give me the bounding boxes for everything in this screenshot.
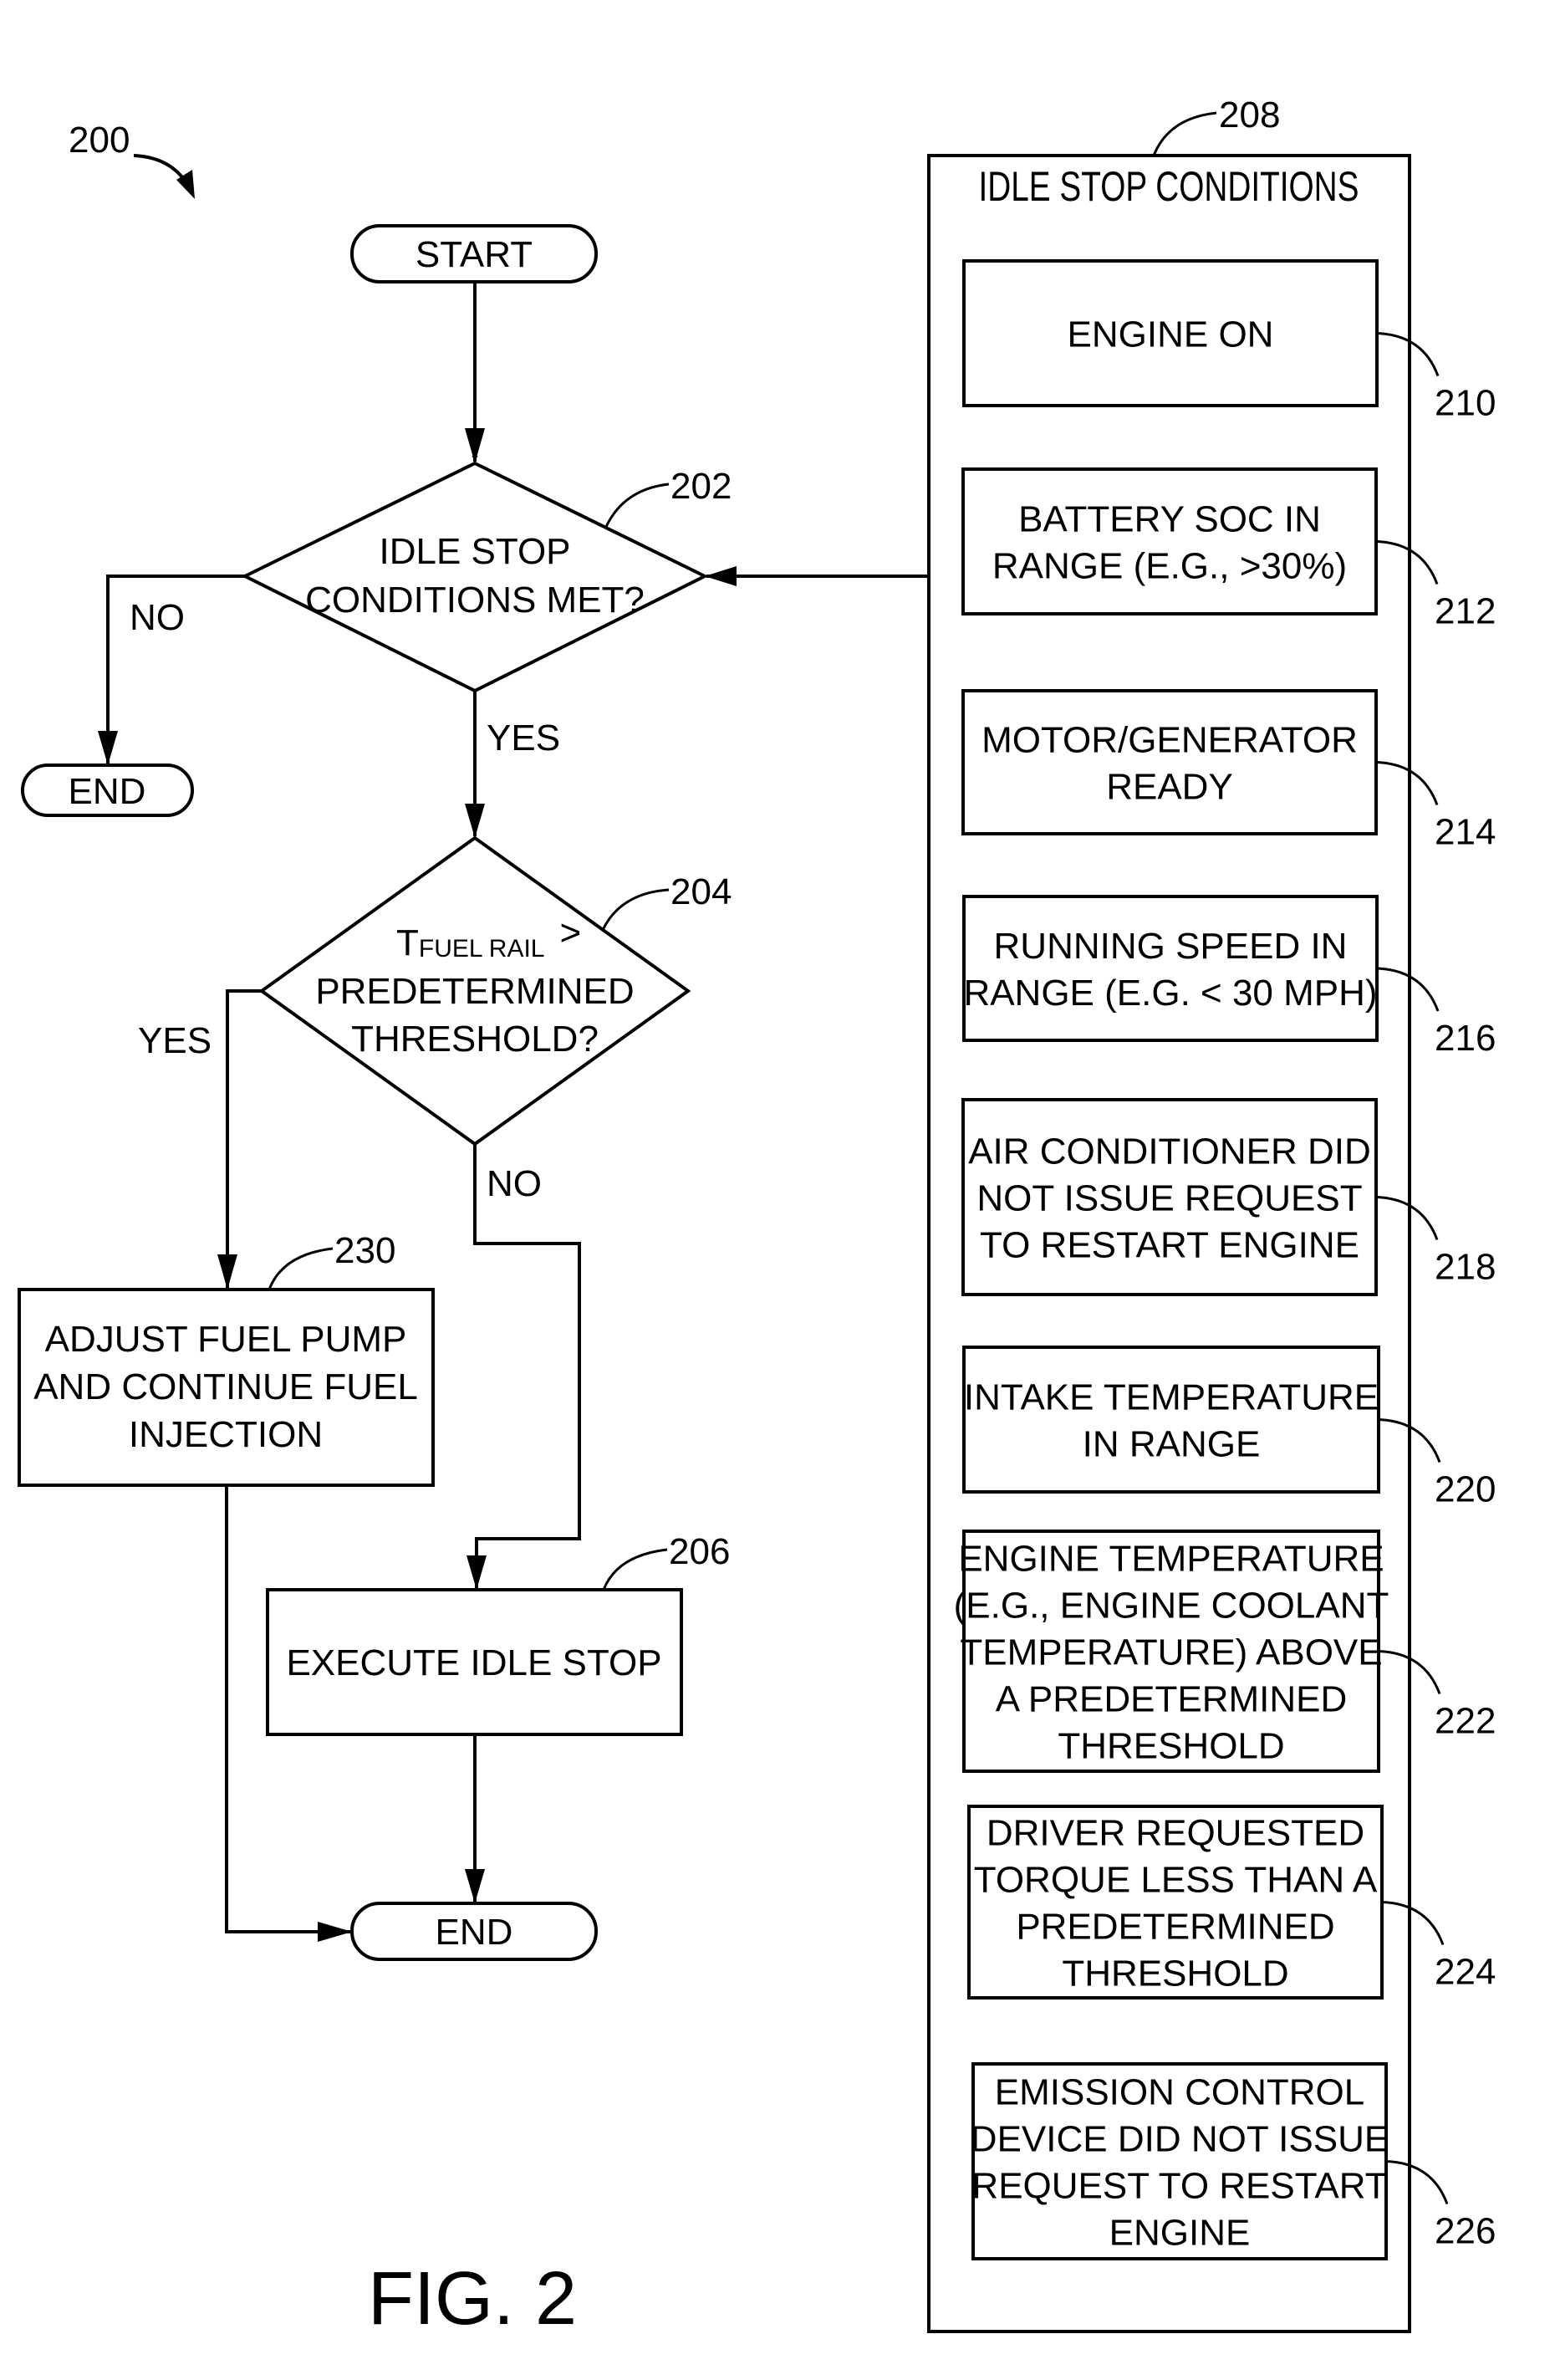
condition-item-line: RANGE (E.G., >30%) [992, 546, 1347, 587]
condition-item-box [962, 1346, 1380, 1494]
condition-item-line: ENGINE TEMPERATURE [958, 1539, 1384, 1580]
decision-204-symbol: T [396, 922, 419, 963]
arrowhead-icon [465, 428, 485, 463]
step-206-line-1: EXECUTE IDLE STOP [286, 1642, 661, 1683]
connector-204-yes-to-230 [226, 989, 262, 1288]
arrowhead-icon [705, 566, 737, 586]
start-terminal[interactable]: START [350, 224, 598, 283]
end-terminal-no[interactable]: END [21, 764, 194, 817]
decision-202-ref: 202 [670, 466, 732, 507]
condition-item-line: EMISSION CONTROL [995, 2072, 1365, 2113]
decision-idle-stop-conditions[interactable]: IDLE STOP CONDITIONS MET? 202 [241, 461, 732, 693]
figure-ref-label: 200 [69, 120, 130, 161]
decision-204-line-1: PREDETERMINED [315, 971, 634, 1012]
condition-item-line: PREDETERMINED [1016, 1907, 1334, 1948]
step-230-line-2: AND CONTINUE FUEL [33, 1366, 418, 1407]
decision-204-operator: > [560, 912, 582, 953]
arrowhead-icon [466, 1555, 487, 1590]
arrowhead-icon [318, 1922, 352, 1942]
condition-item-line: NOT ISSUE REQUEST [976, 1178, 1362, 1219]
condition-item[interactable]: ENGINE ON 210 [962, 259, 1496, 424]
condition-item-line: IN RANGE [1083, 1424, 1261, 1465]
decision-202-diamond [241, 461, 709, 693]
arrowhead-icon [465, 1869, 485, 1903]
arrowhead-icon [217, 1254, 237, 1290]
start-label: START [416, 234, 533, 275]
branch-label-204-no: NO [487, 1163, 542, 1204]
condition-item[interactable]: MOTOR/GENERATOR READY 214 [961, 689, 1496, 853]
condition-item-box [961, 689, 1378, 835]
condition-item-line: BATTERY SOC IN [1018, 499, 1321, 540]
condition-item-line: DRIVER REQUESTED [987, 1813, 1364, 1854]
condition-item-line: RUNNING SPEED IN [994, 926, 1348, 967]
condition-item-line: ENGINE [1109, 2213, 1251, 2254]
condition-item[interactable]: DRIVER REQUESTED TORQUE LESS THAN A PREDET… [967, 1805, 1496, 2000]
condition-item-ref: 218 [1435, 1247, 1496, 1288]
decision-204-line-2: THRESHOLD? [351, 1019, 599, 1060]
step-206-ref: 206 [669, 1531, 730, 1572]
end-label: END [69, 771, 146, 812]
condition-item-ref: 224 [1435, 1952, 1496, 1993]
step-230-line-3: INJECTION [129, 1414, 323, 1455]
conditions-panel-ref: 208 [1219, 94, 1280, 135]
condition-item-box [962, 895, 1379, 1042]
condition-item-line: A PREDETERMINED [996, 1679, 1348, 1720]
condition-item-line: REQUEST TO RESTART [971, 2166, 1387, 2207]
decision-fuel-rail-temp[interactable]: TFUEL RAIL > PREDETERMINED THRESHOLD? 204 [258, 835, 732, 1147]
step-206-leader [602, 1548, 668, 1591]
condition-item-line: INTAKE TEMPERATURE [964, 1377, 1379, 1418]
step-execute-idle-stop[interactable]: EXECUTE IDLE STOP 206 [266, 1531, 730, 1736]
end-terminal-final[interactable]: END [350, 1902, 598, 1961]
condition-item[interactable]: AIR CONDITIONER DID NOT ISSUE REQUEST TO R… [961, 1098, 1496, 1296]
condition-item-line: THRESHOLD [1062, 1954, 1288, 1994]
condition-item-line: TORQUE LESS THAN A [974, 1860, 1378, 1901]
condition-item[interactable]: ENGINE TEMPERATURE (E.G., ENGINE COOLANT T… [954, 1530, 1496, 1773]
decision-204-ref: 204 [670, 871, 732, 912]
condition-item-line: (E.G., ENGINE COOLANT [954, 1586, 1389, 1627]
condition-item-ref: 216 [1435, 1018, 1496, 1059]
branch-label-202-yes: YES [487, 718, 560, 758]
flowchart-canvas: 200 START IDLE STOP CONDITIONS MET? 202 [18, 94, 1496, 2341]
condition-items: ENGINE ON 210 BATTERY SOC IN RANGE (E.G., >… [954, 259, 1496, 2260]
step-230-leader [268, 1247, 334, 1290]
decision-204-subscript: FUEL RAIL [419, 935, 545, 963]
conditions-panel-title: IDLE STOP CONDITIONS [979, 163, 1359, 210]
decision-202-leader [604, 483, 670, 529]
condition-item-ref: 222 [1435, 1701, 1496, 1742]
condition-item[interactable]: EMISSION CONTROL DEVICE DID NOT ISSUE REQU… [971, 2062, 1496, 2260]
condition-item-line: THRESHOLD [1058, 1726, 1284, 1767]
condition-item-ref: 210 [1435, 383, 1496, 424]
condition-item-box [961, 467, 1378, 615]
arrowhead-icon [98, 731, 118, 765]
decision-202-line-1: IDLE STOP [379, 531, 570, 572]
condition-item-line: RANGE (E.G. < 30 MPH) [963, 973, 1377, 1014]
decision-204-leader [601, 888, 670, 931]
decision-202-line-2: CONDITIONS MET? [305, 580, 645, 621]
condition-item-ref: 214 [1435, 812, 1496, 853]
branch-label-204-yes: YES [138, 1020, 212, 1061]
conditions-panel-leader [1152, 111, 1217, 156]
end-final-label: END [436, 1912, 513, 1953]
condition-item[interactable]: BATTERY SOC IN RANGE (E.G., >30%) 212 [961, 467, 1496, 632]
condition-item-ref: 226 [1435, 2211, 1496, 2252]
condition-item-line: TO RESTART ENGINE [980, 1225, 1359, 1266]
condition-item-ref: 220 [1435, 1469, 1496, 1510]
condition-item[interactable]: RUNNING SPEED IN RANGE (E.G. < 30 MPH) 216 [962, 895, 1496, 1059]
arrowhead-icon [465, 804, 485, 838]
condition-item-line: DEVICE DID NOT ISSUE [971, 2119, 1389, 2160]
condition-item-line: READY [1106, 767, 1233, 808]
condition-item-line: ENGINE ON [1068, 314, 1274, 355]
figure-ref: 200 [69, 120, 195, 199]
connector-204-no-to-206 [473, 1144, 581, 1588]
condition-item-line: TEMPERATURE) ABOVE [960, 1632, 1382, 1673]
figure-label: FIG. 2 [368, 2257, 577, 2341]
condition-item-ref: 212 [1435, 591, 1496, 632]
step-230-ref: 230 [334, 1230, 395, 1271]
condition-item-line: AIR CONDITIONER DID [968, 1131, 1371, 1172]
branch-label-202-no: NO [130, 597, 185, 638]
idle-stop-conditions-panel: IDLE STOP CONDITIONS 208 ENGINE ON 210 BAT… [927, 94, 1496, 2333]
step-230-line-1: ADJUST FUEL PUMP [45, 1319, 407, 1360]
condition-item[interactable]: INTAKE TEMPERATURE IN RANGE 220 [962, 1346, 1496, 1510]
condition-item-line: MOTOR/GENERATOR [981, 720, 1358, 761]
